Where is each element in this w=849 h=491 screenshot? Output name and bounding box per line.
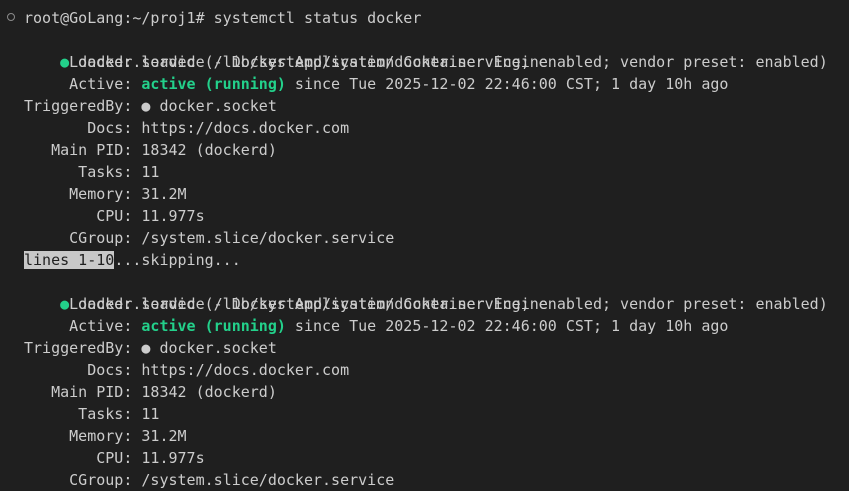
cpu-line: CPU: 11.977s <box>24 207 205 225</box>
active-state: active (running) <box>141 317 286 335</box>
triggeredby-line: TriggeredBy: ● docker.socket <box>24 339 277 357</box>
active-line: Active: active (running) since Tue 2025-… <box>24 317 729 335</box>
active-line: Active: active (running) since Tue 2025-… <box>24 75 729 93</box>
service-header: ● docker.service - Docker Application Co… <box>60 295 548 313</box>
memory-line: Memory: 31.2M <box>24 427 187 445</box>
active-state: active (running) <box>141 75 286 93</box>
tasks-line: Tasks: 11 <box>24 405 160 423</box>
pager-line: lines 1-10...skipping... <box>24 251 241 269</box>
command-decoration-icon[interactable] <box>7 13 15 21</box>
terminal-output[interactable]: root@GoLang:~/proj1# systemctl status do… <box>0 6 849 491</box>
docs-link[interactable]: https://docs.docker.com <box>141 361 349 379</box>
service-header: ● docker.service - Docker Application Co… <box>60 53 548 71</box>
docs-link[interactable]: https://docs.docker.com <box>141 119 349 137</box>
tasks-line: Tasks: 11 <box>24 163 160 181</box>
docs-line: Docs: https://docs.docker.com <box>24 119 350 137</box>
loaded-line: Loaded: loaded (/lib/systemd/system/dock… <box>24 53 828 71</box>
memory-line: Memory: 31.2M <box>24 185 187 203</box>
docs-line: Docs: https://docs.docker.com <box>24 361 350 379</box>
triggeredby-line: TriggeredBy: ● docker.socket <box>24 97 277 115</box>
main-pid-line: Main PID: 18342 (dockerd) <box>24 383 277 401</box>
loaded-line: Loaded: loaded (/lib/systemd/system/dock… <box>24 295 828 313</box>
cpu-line: CPU: 11.977s <box>24 449 205 467</box>
pager-marker: lines 1-10 <box>24 251 115 269</box>
main-pid-line: Main PID: 18342 (dockerd) <box>24 141 277 159</box>
cgroup-line: CGroup: /system.slice/docker.service <box>24 471 395 489</box>
prompt-line: root@GoLang:~/proj1# systemctl status do… <box>24 9 422 27</box>
cgroup-line: CGroup: /system.slice/docker.service <box>24 229 395 247</box>
